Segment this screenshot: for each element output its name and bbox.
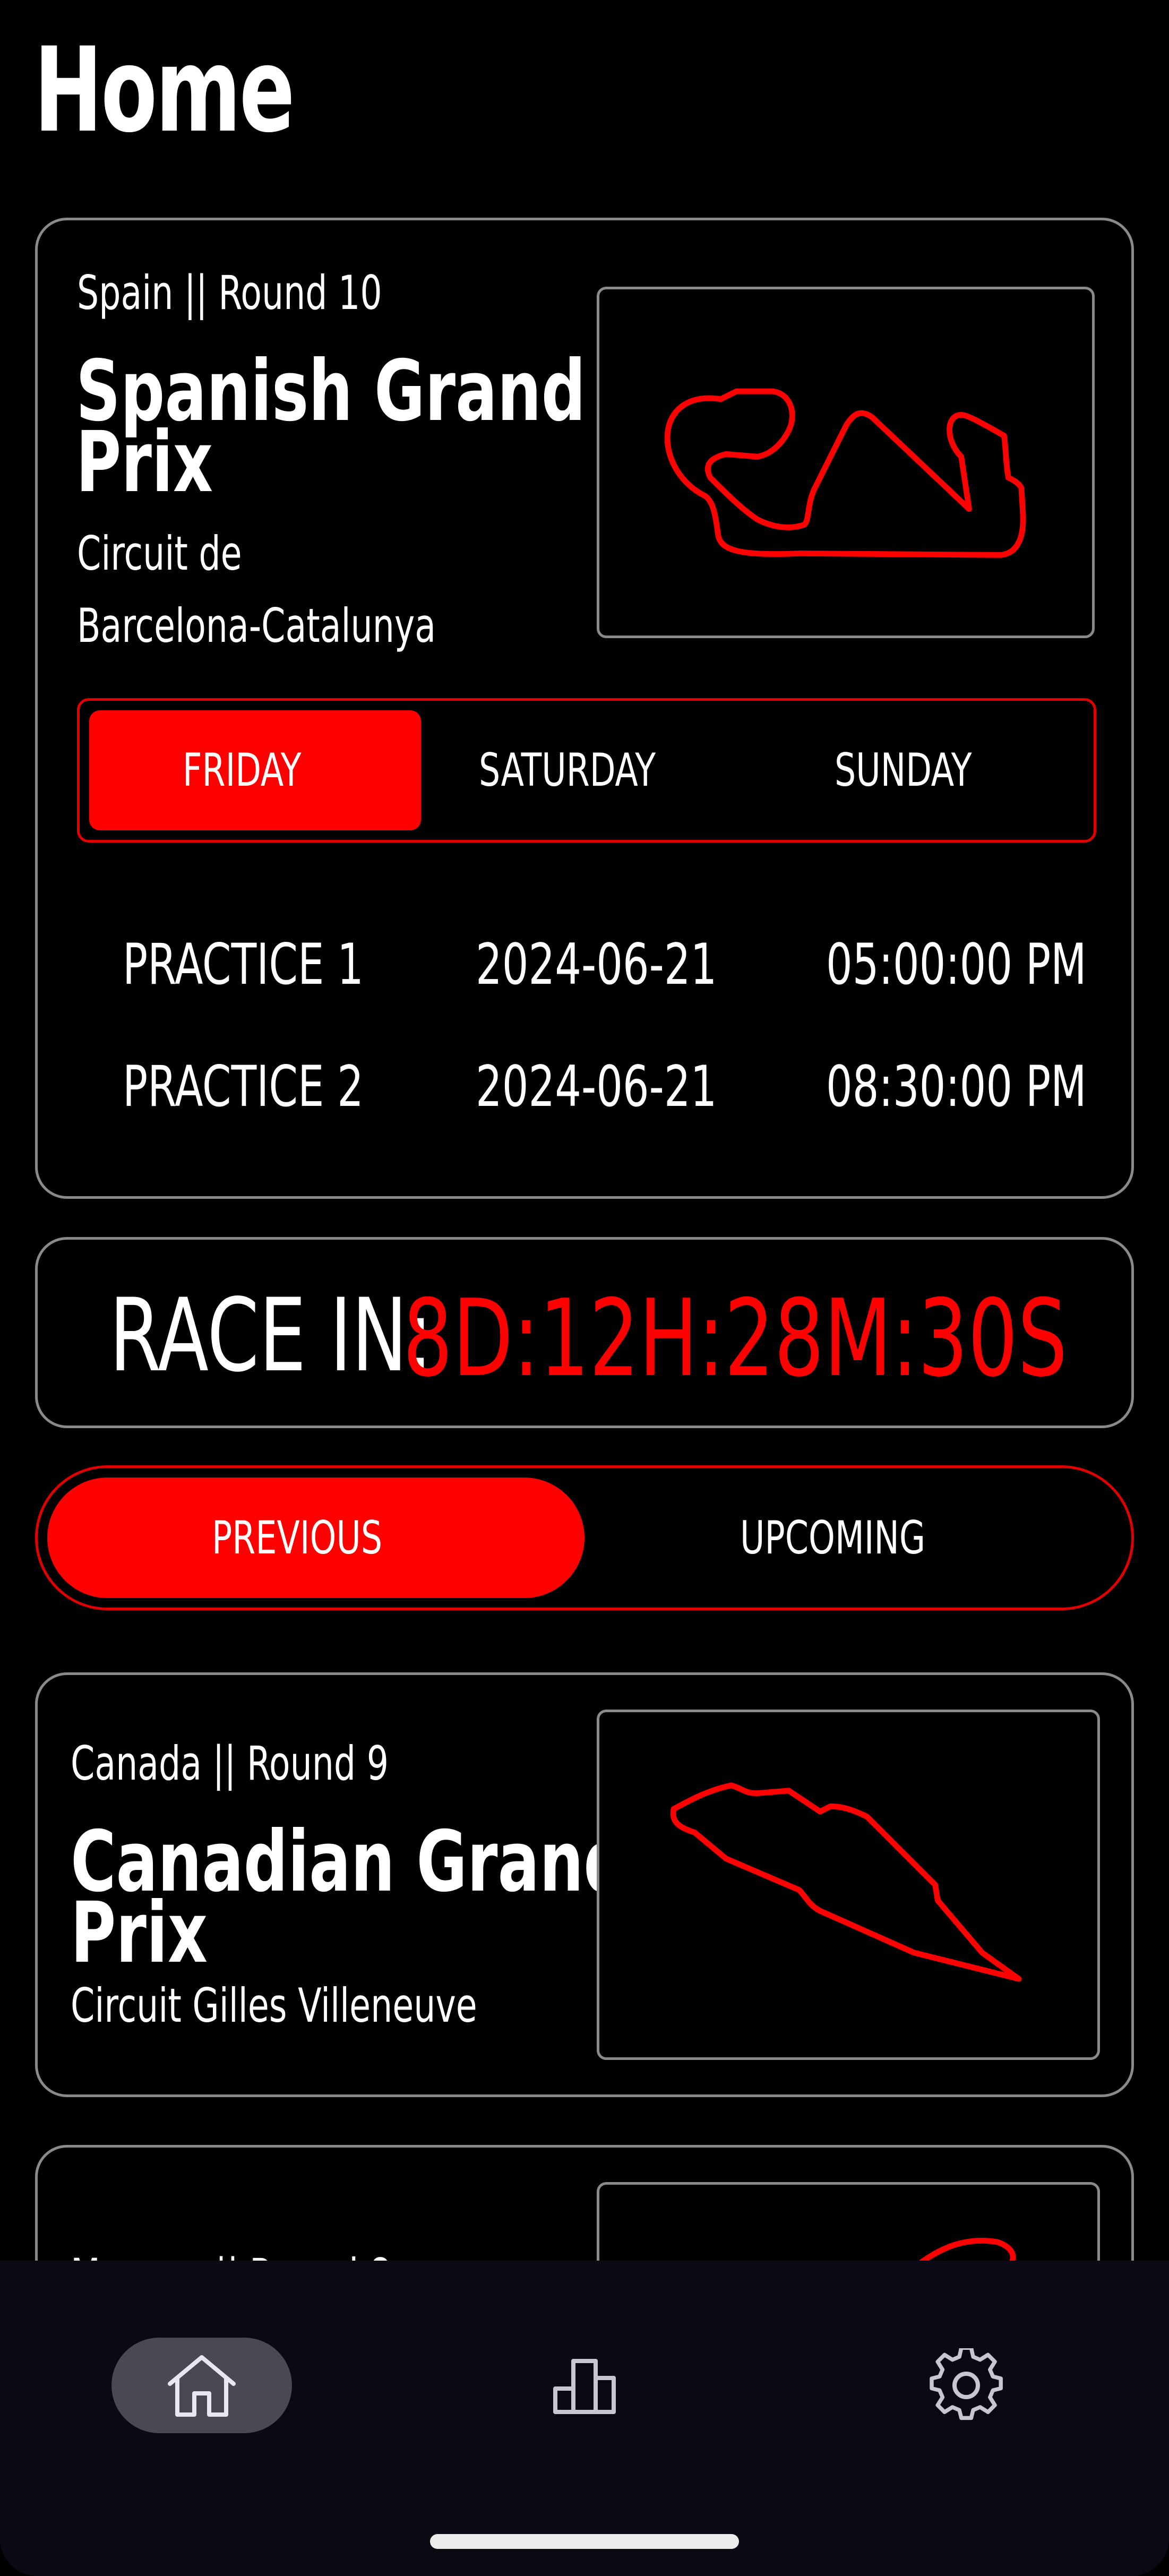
previous-tab[interactable]: PREVIOUS bbox=[47, 1478, 584, 1598]
countdown-value: 8D:12H:28M:30S bbox=[403, 1277, 1068, 1401]
nav-home-button[interactable] bbox=[111, 2338, 292, 2433]
race-card[interactable]: Canada || Round 9 Canadian Grand Prix Ci… bbox=[35, 1672, 1134, 2097]
race-round-subtitle: Spain || Round 10 bbox=[77, 265, 382, 320]
home-icon bbox=[168, 2355, 236, 2417]
bottom-navigation-bar bbox=[0, 2261, 1169, 2576]
race-round-subtitle: Canada || Round 9 bbox=[71, 1736, 389, 1791]
current-race-card[interactable]: Spain || Round 10 Spanish Grand Prix Cir… bbox=[35, 218, 1134, 1199]
day-tab-friday[interactable]: FRIDAY bbox=[89, 710, 421, 830]
circuit-name: Circuit de Barcelona-Catalunya bbox=[77, 526, 436, 654]
race-countdown-card: RACE IN: 8D:12H:28M:30S bbox=[35, 1237, 1134, 1428]
home-indicator-bar bbox=[430, 2534, 739, 2549]
race-list-toggle[interactable]: PREVIOUS UPCOMING bbox=[35, 1465, 1134, 1610]
day-tab-saturday[interactable]: SATURDAY bbox=[421, 710, 753, 830]
nav-standings-button[interactable] bbox=[494, 2338, 675, 2433]
circuit-gilles-villeneuve-map bbox=[597, 1710, 1100, 2060]
circuit-catalunya-map bbox=[597, 287, 1095, 638]
settings-gear-icon bbox=[930, 2348, 1003, 2420]
day-selector[interactable]: FRIDAY SATURDAY SUNDAY bbox=[77, 698, 1096, 843]
nav-settings-button[interactable] bbox=[876, 2338, 1056, 2433]
circuit-name: Circuit Gilles Villeneuve bbox=[71, 1978, 477, 2033]
page-title: Home bbox=[34, 22, 295, 158]
leaderboard-icon bbox=[553, 2359, 616, 2414]
day-tab-sunday[interactable]: SUNDAY bbox=[752, 710, 1084, 830]
upcoming-tab[interactable]: UPCOMING bbox=[584, 1478, 1122, 1598]
